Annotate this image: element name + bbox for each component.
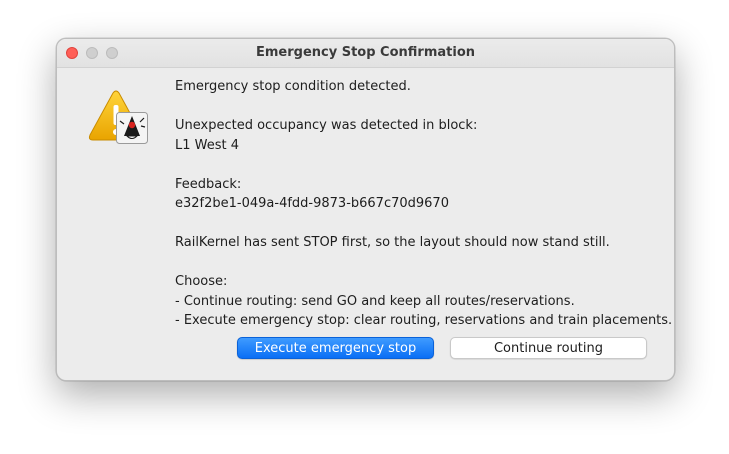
- message-line-execute-option: - Execute emergency stop: clear routing,…: [175, 313, 673, 328]
- message-line-detected: Emergency stop condition detected.: [175, 79, 411, 94]
- message-line-choose: Choose:: [175, 274, 228, 289]
- java-duke-badge-graphic: [116, 112, 148, 144]
- message-line-occupancy: Unexpected occupancy was detected in blo…: [175, 118, 478, 133]
- continue-routing-button[interactable]: Continue routing: [450, 337, 647, 359]
- title-bar[interactable]: Emergency Stop Confirmation: [57, 39, 674, 68]
- message-line-feedback-label: Feedback:: [175, 176, 242, 192]
- message-line-stop-sent: RailKernel has sent STOP first, so the l…: [175, 235, 610, 250]
- execute-emergency-stop-button[interactable]: Execute emergency stop: [237, 337, 434, 359]
- dialog-title: Emergency Stop Confirmation: [255, 45, 476, 60]
- message-line-feedback-id: e32f2be1-049a-4fdd-9873-b667c70d9670: [175, 196, 449, 211]
- message-line-block-name: L1 West 4: [175, 137, 240, 153]
- message-line-continue-option: - Continue routing: send GO and keep all…: [175, 293, 575, 309]
- emergency-stop-dialog: Emergency Stop Confirmation Emergency st…: [56, 38, 675, 381]
- message-body: Emergency stop condition detected. Unexp…: [175, 77, 673, 331]
- java-duke-icon: [116, 112, 148, 144]
